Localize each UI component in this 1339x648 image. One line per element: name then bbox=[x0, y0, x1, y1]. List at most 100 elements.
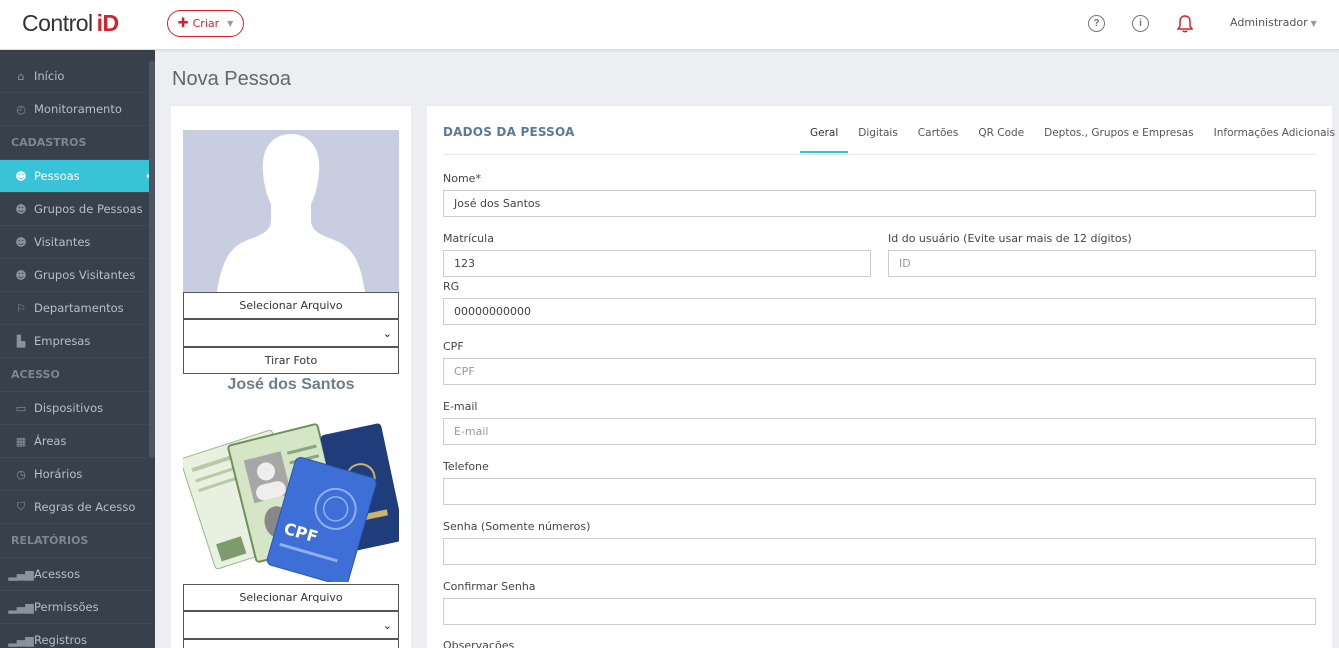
select-file-button-2[interactable]: Selecionar Arquivo bbox=[183, 584, 399, 611]
tab-qr-code[interactable]: QR Code bbox=[968, 120, 1034, 153]
industry-icon: ▙ bbox=[16, 334, 26, 348]
monitor-icon: ▭ bbox=[15, 401, 27, 415]
tab-informacoes-adicionais[interactable]: Informações Adicionais bbox=[1204, 120, 1339, 153]
sidebar-item-label: Registros bbox=[34, 633, 88, 647]
info-icon[interactable]: i bbox=[1132, 15, 1149, 32]
matricula-label: Matrícula bbox=[443, 232, 494, 245]
camera-select[interactable]: ⌄ bbox=[183, 319, 399, 347]
bar-chart-icon: ▂▄▆ bbox=[8, 633, 34, 647]
confirmar-senha-label: Confirmar Senha bbox=[443, 580, 536, 593]
sidebar-item-label: Início bbox=[34, 69, 65, 83]
email-label: E-mail bbox=[443, 400, 478, 413]
signpost-icon: ⚐ bbox=[16, 301, 26, 315]
sidebar-item-label: Áreas bbox=[34, 434, 67, 448]
sidebar-item-registros[interactable]: ▂▄▆ Registros bbox=[0, 624, 155, 648]
avatar-silhouette-icon bbox=[217, 134, 365, 292]
tab-geral[interactable]: Geral bbox=[800, 120, 849, 153]
bell-icon[interactable] bbox=[1176, 14, 1194, 34]
telefone-label: Telefone bbox=[443, 460, 489, 473]
user-id-field[interactable]: ID bbox=[888, 250, 1316, 277]
email-field[interactable]: E-mail bbox=[443, 418, 1316, 445]
shield-icon: ⛉ bbox=[16, 500, 26, 513]
sidebar-item-label: Permissões bbox=[34, 600, 99, 614]
photo-panel: Selecionar Arquivo ⌄ Tirar Foto José dos… bbox=[171, 106, 411, 648]
sidebar-item-dispositivos[interactable]: ▭ Dispositivos bbox=[0, 392, 155, 425]
sidebar-item-inicio[interactable]: ⌂ Início bbox=[0, 60, 155, 93]
rg-field[interactable]: 00000000000 bbox=[443, 298, 1316, 325]
sidebar-item-departamentos[interactable]: ⚐ Departamentos bbox=[0, 292, 155, 325]
sidebar-scrollbar[interactable] bbox=[149, 60, 155, 458]
tab-digitais[interactable]: Digitais bbox=[848, 120, 908, 153]
sidebar-item-label: Dispositivos bbox=[34, 401, 104, 415]
tab-deptos-grupos-empresas[interactable]: Deptos., Grupos e Empresas bbox=[1034, 120, 1204, 153]
user-icon: ☻ bbox=[15, 169, 27, 183]
sidebar-item-horarios[interactable]: ◷ Horários bbox=[0, 458, 155, 491]
plus-icon: ✚ bbox=[177, 16, 189, 31]
matricula-field[interactable]: 123 bbox=[443, 250, 871, 277]
sidebar-item-label: Monitoramento bbox=[34, 102, 122, 116]
cpf-field[interactable]: CPF bbox=[443, 358, 1316, 385]
logo-text: Control bbox=[22, 10, 93, 36]
info-icon-glyph: i bbox=[1139, 18, 1142, 29]
gauge-icon: ◴ bbox=[16, 102, 26, 116]
building-icon: ▦ bbox=[15, 434, 27, 448]
sidebar-item-label: Empresas bbox=[34, 334, 91, 348]
telefone-field[interactable] bbox=[443, 478, 1316, 505]
nome-label: Nome* bbox=[443, 172, 481, 185]
senha-field[interactable] bbox=[443, 538, 1316, 565]
top-bar: Control iD ✚ Criar ▼ ? i Administrador ▼ bbox=[0, 0, 1339, 50]
logo-accent: iD bbox=[96, 10, 120, 36]
take-photo-button[interactable]: Tirar Foto bbox=[183, 347, 399, 374]
avatar bbox=[183, 130, 399, 292]
sidebar-item-label: Grupos Visitantes bbox=[34, 268, 136, 282]
sidebar-item-label: Acessos bbox=[34, 567, 81, 581]
sidebar-item-areas[interactable]: ▦ Áreas bbox=[0, 425, 155, 458]
user-menu[interactable]: Administrador ▼ bbox=[1230, 16, 1317, 29]
select-file-button[interactable]: Selecionar Arquivo bbox=[183, 292, 399, 319]
confirmar-senha-field[interactable] bbox=[443, 598, 1316, 625]
tab-bar: Geral Digitais Cartões QR Code Deptos., … bbox=[800, 120, 1339, 153]
chevron-down-icon: ▼ bbox=[227, 19, 234, 28]
user-icon: ☻ bbox=[15, 235, 27, 249]
person-form: DADOS DA PESSOA Geral Digitais Cartões Q… bbox=[427, 106, 1335, 648]
clock-icon: ◷ bbox=[16, 467, 26, 481]
sidebar-item-regras-de-acesso[interactable]: ⛉ Regras de Acesso bbox=[0, 491, 155, 524]
create-button[interactable]: ✚ Criar ▼ bbox=[167, 10, 244, 37]
sidebar-section-cadastros: CADASTROS bbox=[0, 126, 155, 160]
sidebar-item-grupos-de-pessoas[interactable]: ☻ Grupos de Pessoas bbox=[0, 193, 155, 226]
sidebar-section-acesso: ACESSO bbox=[0, 358, 155, 392]
sidebar-item-permissoes[interactable]: ▂▄▆ Permissões bbox=[0, 591, 155, 624]
sidebar-item-visitantes[interactable]: ☻ Visitantes bbox=[0, 226, 155, 259]
help-icon-glyph: ? bbox=[1093, 18, 1100, 29]
sidebar-item-grupos-visitantes[interactable]: ☻ Grupos Visitantes bbox=[0, 259, 155, 292]
user-id-label: Id do usuário (Evite usar mais de 12 díg… bbox=[888, 232, 1132, 245]
tab-divider bbox=[443, 154, 1315, 155]
help-icon[interactable]: ? bbox=[1088, 15, 1105, 32]
rg-label: RG bbox=[443, 280, 460, 293]
sidebar-section-relatorios: RELATÓRIOS bbox=[0, 524, 155, 558]
sidebar-item-label: Horários bbox=[34, 467, 83, 481]
chevron-down-icon: ⌄ bbox=[382, 618, 392, 632]
nome-field[interactable]: José dos Santos bbox=[443, 190, 1316, 217]
sidebar-item-pessoas[interactable]: ☻ Pessoas bbox=[0, 160, 155, 193]
sidebar-item-empresas[interactable]: ▙ Empresas bbox=[0, 325, 155, 358]
senha-label: Senha (Somente números) bbox=[443, 520, 591, 533]
users-icon: ☻ bbox=[15, 202, 27, 216]
sidebar-item-label: Visitantes bbox=[34, 235, 91, 249]
sidebar-item-acessos[interactable]: ▂▄▆ Acessos bbox=[0, 558, 155, 591]
cpf-label: CPF bbox=[443, 340, 464, 353]
observacoes-label: Observações bbox=[443, 639, 515, 648]
document-select[interactable]: ⌄ bbox=[183, 611, 399, 639]
logo[interactable]: Control iD bbox=[22, 10, 119, 37]
sidebar: ⌂ Início ◴ Monitoramento CADASTROS ☻ Pes… bbox=[0, 50, 155, 648]
sidebar-item-monitoramento[interactable]: ◴ Monitoramento bbox=[0, 93, 155, 126]
chevron-down-icon: ▼ bbox=[1310, 19, 1317, 28]
bar-chart-icon: ▂▄▆ bbox=[8, 567, 34, 581]
users-icon: ☻ bbox=[15, 268, 27, 282]
person-name: José dos Santos bbox=[227, 376, 355, 393]
section-title: DADOS DA PESSOA bbox=[443, 125, 575, 139]
sidebar-item-label: Departamentos bbox=[34, 301, 124, 315]
take-photo-button-2[interactable] bbox=[183, 639, 399, 648]
tab-cartoes[interactable]: Cartões bbox=[908, 120, 969, 153]
sidebar-item-label: Pessoas bbox=[34, 169, 80, 183]
